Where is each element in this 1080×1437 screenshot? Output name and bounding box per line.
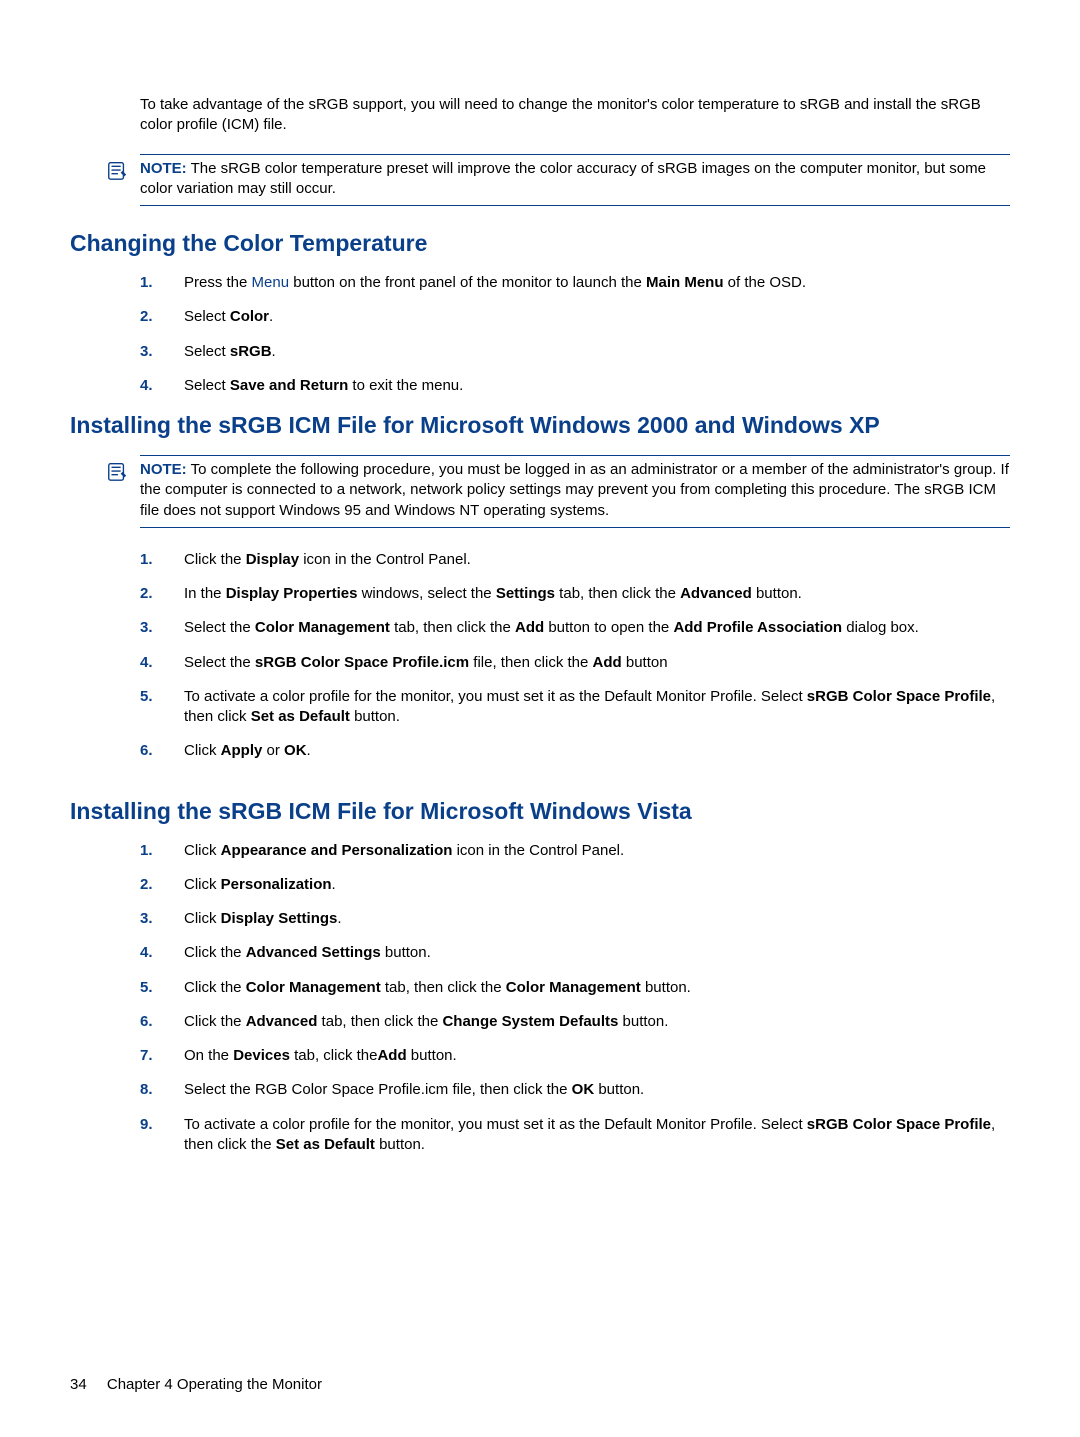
note-block-intro: NOTE: The sRGB color temperature preset … (140, 154, 1010, 207)
step-number: 2. (140, 584, 153, 604)
list-item: 7. On the Devices tab, click theAdd butt… (140, 1046, 1010, 1066)
list-item: 2. Select Color. (140, 307, 1010, 327)
step-number: 6. (140, 741, 153, 761)
step-number: 5. (140, 687, 153, 707)
list-item: 4. Click the Advanced Settings button. (140, 943, 1010, 963)
list-item: 5. To activate a color profile for the m… (140, 687, 1010, 728)
note-label: NOTE: (140, 461, 187, 478)
step-number: 1. (140, 550, 153, 570)
step-number: 6. (140, 1012, 153, 1032)
step-number: 3. (140, 909, 153, 929)
note-text: To complete the following procedure, you… (140, 461, 1009, 519)
heading-installing-icm-2000-xp: Installing the sRGB ICM File for Microso… (70, 410, 1010, 441)
list-item: 8. Select the RGB Color Space Profile.ic… (140, 1080, 1010, 1100)
step-number: 7. (140, 1046, 153, 1066)
note-label: NOTE: (140, 160, 187, 177)
ordered-list: 1. Click the Display icon in the Control… (140, 550, 1010, 762)
list-item: 3. Select the Color Management tab, then… (140, 618, 1010, 638)
note-icon (106, 460, 128, 482)
step-number: 2. (140, 875, 153, 895)
chapter-label: Chapter 4 Operating the Monitor (107, 1376, 322, 1393)
step-number: 4. (140, 943, 153, 963)
step-number: 2. (140, 307, 153, 327)
list-item: 4. Select Save and Return to exit the me… (140, 376, 1010, 396)
menu-link[interactable]: Menu (252, 274, 290, 291)
step-number: 4. (140, 653, 153, 673)
step-number: 4. (140, 376, 153, 396)
step-number: 9. (140, 1115, 153, 1135)
heading-installing-icm-vista: Installing the sRGB ICM File for Microso… (70, 796, 1010, 827)
list-item: 9. To activate a color profile for the m… (140, 1115, 1010, 1156)
page-number: 34 (70, 1376, 87, 1393)
step-number: 3. (140, 342, 153, 362)
ordered-list: 1. Press the Menu button on the front pa… (140, 273, 1010, 396)
list-item: 3. Select sRGB. (140, 342, 1010, 362)
note-text: The sRGB color temperature preset will i… (140, 160, 986, 197)
step-number: 1. (140, 273, 153, 293)
list-item: 6. Click Apply or OK. (140, 741, 1010, 761)
note-block-sec2: NOTE: To complete the following procedur… (140, 455, 1010, 528)
step-number: 5. (140, 978, 153, 998)
step-number: 1. (140, 841, 153, 861)
intro-paragraph: To take advantage of the sRGB support, y… (140, 95, 1010, 136)
list-item: 4. Select the sRGB Color Space Profile.i… (140, 653, 1010, 673)
ordered-list: 1. Click Appearance and Personalization … (140, 841, 1010, 1156)
list-item: 1. Click the Display icon in the Control… (140, 550, 1010, 570)
list-item: 5. Click the Color Management tab, then … (140, 978, 1010, 998)
note-icon (106, 159, 128, 181)
document-page: To take advantage of the sRGB support, y… (0, 0, 1080, 1437)
list-item: 6. Click the Advanced tab, then click th… (140, 1012, 1010, 1032)
list-item: 2. In the Display Properties windows, se… (140, 584, 1010, 604)
heading-changing-color-temperature: Changing the Color Temperature (70, 228, 1010, 259)
list-item: 2. Click Personalization. (140, 875, 1010, 895)
step-number: 8. (140, 1080, 153, 1100)
list-item: 1. Click Appearance and Personalization … (140, 841, 1010, 861)
list-item: 3. Click Display Settings. (140, 909, 1010, 929)
page-footer: 34 Chapter 4 Operating the Monitor (70, 1375, 322, 1395)
step-number: 3. (140, 618, 153, 638)
list-item: 1. Press the Menu button on the front pa… (140, 273, 1010, 293)
